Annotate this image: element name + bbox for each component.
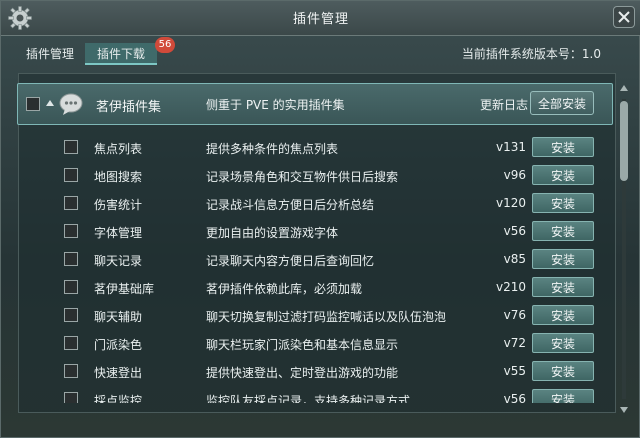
install-button[interactable]: 安装 — [532, 221, 594, 241]
plugin-name: 地图搜索 — [94, 170, 143, 184]
plugin-row: 聊天记录 记录聊天内容方便日后查询回忆 v85 安装 — [18, 245, 612, 273]
plugin-description: 监控队友採点记录，支持多种记录方式 — [206, 394, 411, 403]
plugin-name: 聊天记录 — [94, 254, 143, 268]
plugin-checkbox[interactable] — [64, 336, 78, 350]
plugin-checkbox[interactable] — [64, 280, 78, 294]
plugin-version: v56 — [503, 392, 526, 403]
plugin-version: v120 — [495, 196, 526, 210]
changelog-link[interactable]: 更新日志 — [480, 96, 528, 113]
group-checkbox[interactable] — [26, 97, 40, 111]
tab-plugin-manage[interactable]: 插件管理 — [19, 43, 81, 65]
plugin-name: 快速登出 — [94, 366, 143, 380]
plugin-description: 聊天切换复制过滤打码监控喊话以及队伍泡泡 — [206, 310, 447, 324]
plugin-row: 快速登出 提供快速登出、定时登出游戏的功能 v55 安装 — [18, 357, 612, 385]
group-description: 侧重于 PVE 的实用插件集 — [206, 98, 345, 112]
install-button[interactable]: 安装 — [532, 333, 594, 353]
plugin-description: 聊天栏玩家门派染色和基本信息显示 — [206, 338, 399, 352]
plugin-row: 字体管理 更加自由的设置游戏字体 v56 安装 — [18, 217, 612, 245]
plugin-version: v55 — [503, 364, 526, 378]
plugin-name: 门派染色 — [94, 338, 143, 352]
plugin-row: 聊天辅助 聊天切换复制过滤打码监控喊话以及队伍泡泡 v76 安装 — [18, 301, 612, 329]
plugin-description: 茗伊插件依赖此库，必须加载 — [206, 282, 363, 296]
plugin-description: 记录战斗信息方便日后分析总结 — [206, 198, 375, 212]
plugin-version: v76 — [503, 308, 526, 322]
plugin-row: 门派染色 聊天栏玩家门派染色和基本信息显示 v72 安装 — [18, 329, 612, 357]
install-button[interactable]: 安装 — [532, 305, 594, 325]
install-button[interactable]: 安装 — [532, 165, 594, 185]
plugin-description: 记录场景角色和交互物件供日后搜索 — [206, 170, 399, 184]
plugin-name: 伤害统计 — [94, 198, 143, 212]
plugin-version: v131 — [495, 140, 526, 154]
plugin-name: 字体管理 — [94, 226, 143, 240]
plugin-checkbox[interactable] — [64, 168, 78, 182]
plugin-row: 焦点列表 提供多种条件的焦点列表 v131 安装 — [18, 133, 612, 161]
scroll-thumb[interactable] — [620, 101, 628, 181]
plugin-description: 提供快速登出、定时登出游戏的功能 — [206, 366, 399, 380]
plugin-name: 採点监控 — [94, 394, 143, 403]
tab-badge-count: 56 — [155, 37, 175, 53]
plugin-checkbox[interactable] — [64, 252, 78, 266]
plugin-checkbox[interactable] — [64, 308, 78, 322]
install-button[interactable]: 安装 — [532, 249, 594, 269]
install-button[interactable]: 安装 — [532, 137, 594, 157]
scroll-up-icon[interactable] — [619, 83, 629, 93]
plugin-name: 焦点列表 — [94, 142, 143, 156]
plugin-checkbox[interactable] — [64, 224, 78, 238]
group-name: 茗伊插件集 — [96, 100, 162, 115]
plugin-checkbox[interactable] — [64, 196, 78, 210]
plugin-version: v210 — [495, 280, 526, 294]
plugin-row: 採点监控 监控队友採点记录，支持多种记录方式 v56 安装 — [18, 385, 612, 403]
plugin-checkbox[interactable] — [64, 140, 78, 154]
close-icon — [618, 11, 630, 23]
plugin-version: v96 — [503, 168, 526, 182]
scroll-down-icon[interactable] — [619, 405, 629, 415]
tab-plugin-download[interactable]: 插件下载 — [85, 43, 157, 65]
install-button[interactable]: 安装 — [532, 389, 594, 403]
system-version-label: 当前插件系统版本号：1.0 — [461, 47, 601, 61]
plugin-name: 聊天辅助 — [94, 310, 143, 324]
plugin-list: 焦点列表 提供多种条件的焦点列表 v131 安装 地图搜索 记录场景角色和交互物件供日后搜… — [18, 133, 612, 403]
plugin-row: 伤害统计 记录战斗信息方便日后分析总结 v120 安装 — [18, 189, 612, 217]
plugin-description: 更加自由的设置游戏字体 — [206, 226, 339, 240]
plugin-checkbox[interactable] — [64, 364, 78, 378]
plugin-group-header: 茗伊插件集 侧重于 PVE 的实用插件集 更新日志 全部安装 — [17, 83, 613, 125]
plugin-version: v85 — [503, 252, 526, 266]
plugin-checkbox[interactable] — [64, 392, 78, 403]
install-button[interactable]: 安装 — [532, 277, 594, 297]
collapse-arrow-icon[interactable] — [45, 99, 55, 107]
plugin-version: v72 — [503, 336, 526, 350]
plugin-description: 提供多种条件的焦点列表 — [206, 142, 339, 156]
window-title: 插件管理 — [292, 12, 349, 27]
chat-bubble-icon — [59, 93, 83, 115]
install-all-button[interactable]: 全部安装 — [530, 91, 594, 115]
install-button[interactable]: 安装 — [532, 361, 594, 381]
title-bar: 插件管理 — [1, 1, 640, 36]
plugin-manager-window: 插件管理 插件管理 插件下载 56 当前插件系统版本号：1.0 茗伊插件集 侧重… — [0, 0, 640, 438]
plugin-description: 记录聊天内容方便日后查询回忆 — [206, 254, 375, 268]
plugin-row: 茗伊基础库 茗伊插件依赖此库，必须加载 v210 安装 — [18, 273, 612, 301]
close-button[interactable] — [613, 6, 635, 28]
plugin-row: 地图搜索 记录场景角色和交互物件供日后搜索 v96 安装 — [18, 161, 612, 189]
scrollbar[interactable] — [618, 83, 630, 415]
install-button[interactable]: 安装 — [532, 193, 594, 213]
plugin-name: 茗伊基础库 — [94, 282, 155, 296]
plugin-version: v56 — [503, 224, 526, 238]
